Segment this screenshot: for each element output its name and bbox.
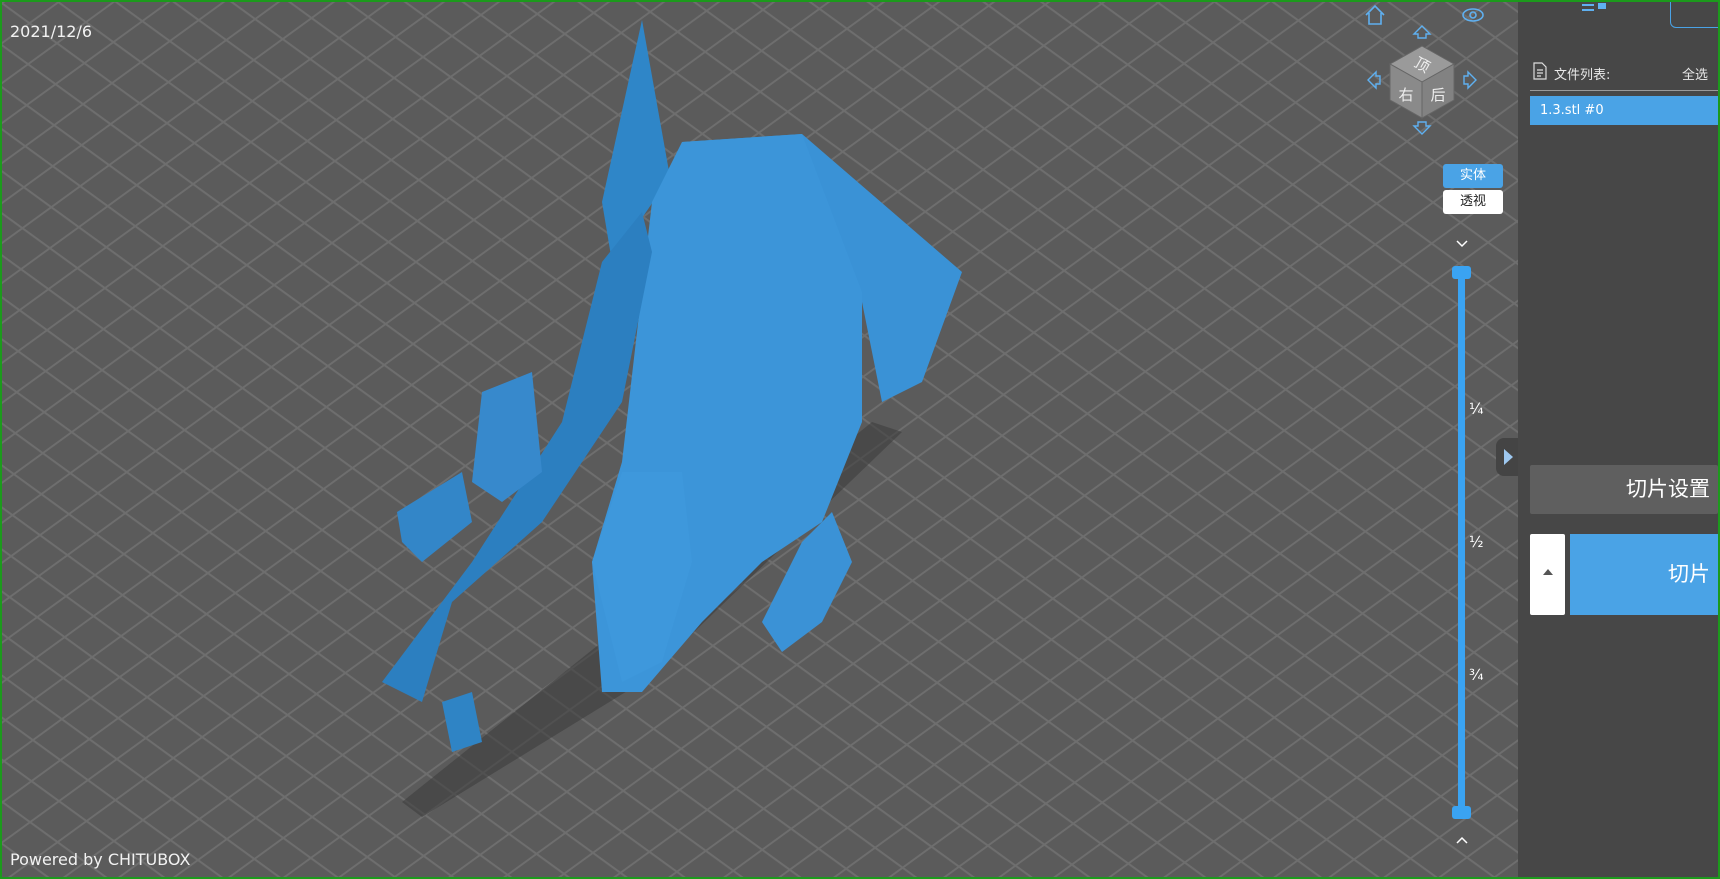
layer-slider-bottom-handle[interactable] xyxy=(1452,806,1471,819)
cube-face-right: 右 xyxy=(1398,86,1413,104)
caret-up-icon xyxy=(1543,569,1553,575)
slice-button[interactable]: 切片 xyxy=(1570,534,1718,615)
arrow-right-icon xyxy=(1463,70,1477,90)
menu-icon[interactable] xyxy=(1580,2,1610,16)
3d-viewport[interactable]: 2021/12/6 Powered by CHITUBOX 顶 右 后 实体 透 xyxy=(2,2,1518,877)
scene-canvas xyxy=(2,2,1518,877)
arrow-down-icon xyxy=(1412,121,1432,135)
cube-face-back: 后 xyxy=(1430,86,1445,104)
slider-tick-quarter: ¼ xyxy=(1469,400,1484,418)
arrow-left-icon xyxy=(1367,70,1381,90)
top-right-button[interactable] xyxy=(1670,2,1718,28)
date-label: 2021/12/6 xyxy=(10,22,93,41)
arrow-up-icon xyxy=(1412,25,1432,39)
play-right-icon xyxy=(1504,449,1513,465)
layer-slider-track[interactable] xyxy=(1458,270,1465,814)
select-all-button[interactable]: 全选 xyxy=(1682,64,1708,83)
chevron-down-icon[interactable] xyxy=(1452,234,1472,254)
file-list-header: 文件列表: 全选 xyxy=(1530,62,1718,91)
slice-options-button[interactable] xyxy=(1530,534,1565,615)
view-cube[interactable]: 顶 右 后 xyxy=(1362,20,1482,140)
app-window: 2021/12/6 Powered by CHITUBOX 顶 右 后 实体 透 xyxy=(0,0,1720,879)
chevron-up-icon[interactable] xyxy=(1452,830,1472,850)
file-list-item[interactable]: 1.3.stl #0 xyxy=(1530,96,1718,125)
slider-tick-three-quarter: ¾ xyxy=(1469,666,1484,684)
slice-settings-button[interactable]: 切片设置 xyxy=(1530,465,1718,514)
document-icon xyxy=(1533,62,1547,80)
layer-slider-top-handle[interactable] xyxy=(1452,266,1471,279)
powered-by-label: Powered by CHITUBOX xyxy=(10,850,191,869)
sidebar-toggle-button[interactable] xyxy=(1496,438,1518,476)
slider-tick-half: ½ xyxy=(1469,533,1484,551)
right-sidebar: 文件列表: 全选 1.3.stl #0 切片设置 切片 xyxy=(1518,2,1718,877)
file-list-label: 文件列表: xyxy=(1554,68,1611,83)
solid-mode-button[interactable]: 实体 xyxy=(1443,164,1503,188)
xray-mode-button[interactable]: 透视 xyxy=(1443,190,1503,214)
